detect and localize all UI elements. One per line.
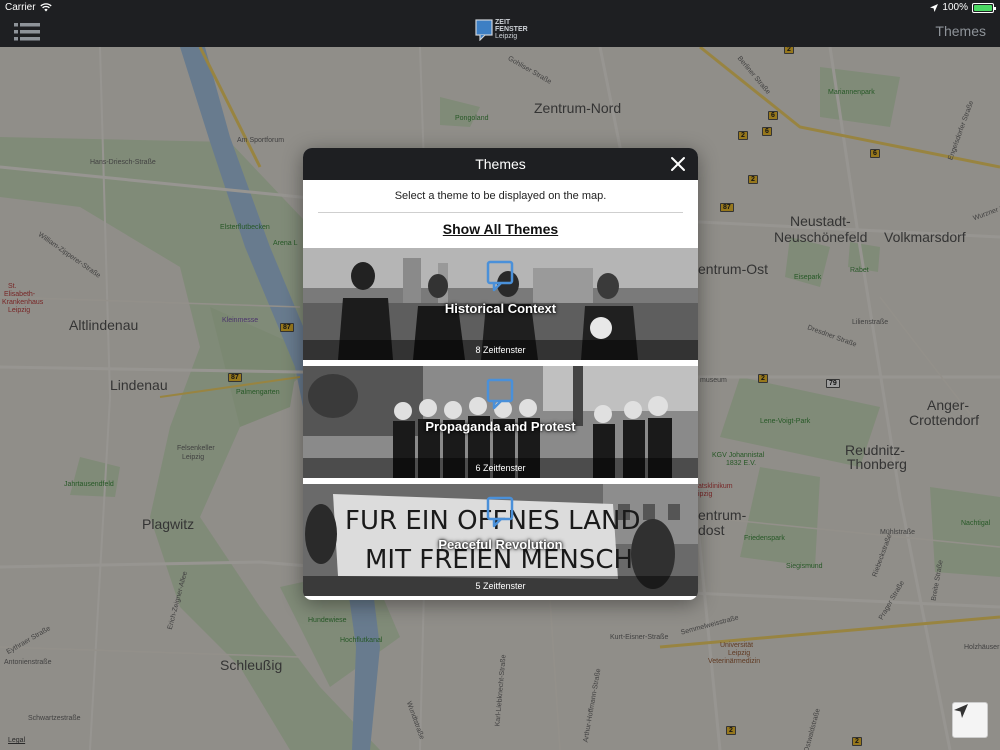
- theme-count: 8 Zeitfenster: [303, 340, 698, 360]
- navigation-arrow-icon: [954, 704, 968, 718]
- theme-name: Historical Context: [444, 301, 557, 316]
- speech-bubble-icon: [486, 260, 514, 292]
- modal-description: Select a theme to be displayed on the ma…: [394, 190, 607, 202]
- status-right: 100%: [930, 2, 996, 13]
- status-left: Carrier: [5, 2, 52, 13]
- logo-line-1: ZEIT: [495, 19, 511, 26]
- theme-count: 6 Zeitfenster: [303, 458, 698, 478]
- close-icon: [671, 157, 685, 171]
- nav-bar: ZEIT FENSTER Leipzig Themes: [0, 16, 1000, 47]
- theme-name: Propaganda and Protest: [425, 419, 576, 434]
- battery-icon: [972, 2, 996, 13]
- theme-list: Historical Context 8 Zeitfenster Propaga…: [303, 248, 698, 600]
- battery-percent: 100%: [942, 2, 968, 13]
- modal-header: Themes: [303, 148, 698, 180]
- location-arrow-icon: [930, 3, 939, 12]
- theme-card-propaganda-and-protest[interactable]: Propaganda and Protest 6 Zeitfenster: [303, 366, 698, 478]
- close-button[interactable]: [670, 156, 686, 172]
- speech-bubble-icon: [486, 496, 514, 528]
- theme-card-peaceful-revolution[interactable]: FUR EIN OFFNES LAND MIT FREIEN MENSCHEN …: [303, 484, 698, 596]
- list-menu-icon: [14, 23, 40, 41]
- status-bar: Carrier 100%: [0, 0, 1000, 16]
- modal-title: Themes: [475, 156, 526, 172]
- logo-text: ZEIT FENSTER Leipzig: [495, 19, 528, 40]
- app-logo: ZEIT FENSTER Leipzig: [475, 19, 528, 41]
- show-all-themes-link[interactable]: Show All Themes: [303, 221, 698, 237]
- theme-name: Peaceful Revolution: [438, 537, 563, 552]
- logo-line-2: FENSTER: [495, 26, 528, 33]
- themes-modal: Themes Select a theme to be displayed on…: [303, 148, 698, 600]
- locate-me-button[interactable]: [952, 702, 988, 738]
- speech-bubble-icon: [475, 19, 493, 41]
- theme-count: 5 Zeitfenster: [303, 576, 698, 596]
- theme-card-historical-context[interactable]: Historical Context 8 Zeitfenster: [303, 248, 698, 360]
- menu-button[interactable]: [14, 22, 40, 42]
- logo-line-3: Leipzig: [495, 33, 518, 40]
- carrier-label: Carrier: [5, 2, 36, 13]
- speech-bubble-icon: [486, 378, 514, 410]
- wifi-icon: [39, 3, 52, 12]
- divider: [318, 212, 683, 213]
- themes-nav-button[interactable]: Themes: [935, 23, 986, 39]
- battery-fill: [974, 4, 992, 11]
